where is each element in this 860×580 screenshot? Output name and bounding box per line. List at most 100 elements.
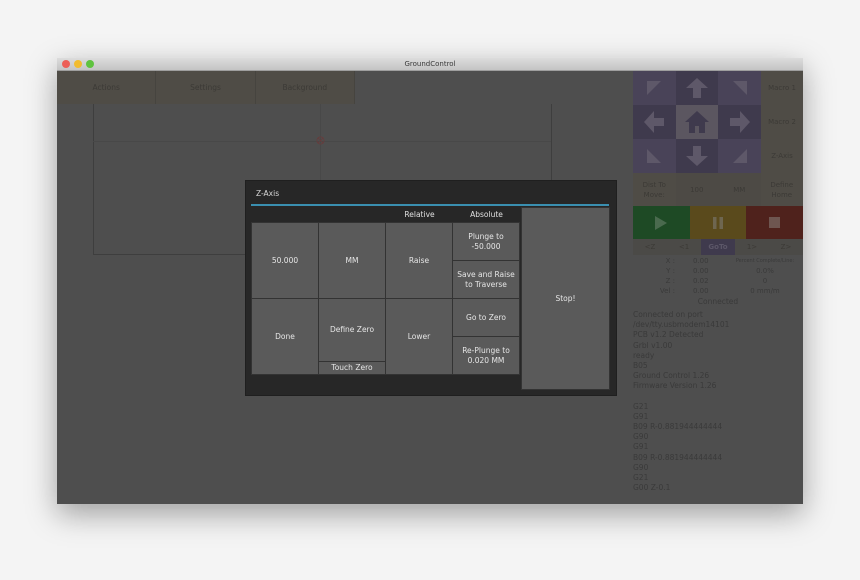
feed-rate-value: 0 mm/m — [750, 287, 780, 295]
coord-value: 0.00 — [693, 267, 709, 275]
arrow-down-icon — [685, 146, 708, 166]
log-line: G90 — [633, 462, 649, 472]
plunge-button[interactable]: Plunge to -50.000 — [452, 222, 520, 261]
done-button[interactable]: Done — [251, 298, 319, 375]
coord-row-x: X : 0.00 Percent Complete/Line: — [633, 256, 803, 266]
arrow-up-right-icon — [732, 81, 747, 95]
log-line: B09 R-0.881944444444 — [633, 452, 723, 462]
pause-button[interactable] — [689, 206, 747, 239]
stop-z-button[interactable]: Stop! — [521, 207, 610, 390]
jog-up-right-button[interactable] — [718, 71, 761, 105]
arrow-right-icon — [729, 111, 750, 133]
origin-marker-icon — [316, 136, 325, 145]
jog-up-left-button[interactable] — [633, 71, 676, 105]
log-line: G00 Z-0.1 — [633, 483, 671, 493]
z-axis-button[interactable]: Z-Axis — [761, 139, 803, 173]
percent-complete-label: Percent Complete/Line: — [735, 258, 795, 264]
coord-label: X : — [665, 257, 675, 265]
absolute-header: Absolute — [470, 210, 503, 219]
macro-1-button[interactable]: Macro 1 — [761, 71, 803, 105]
go-to-zero-button[interactable]: Go to Zero — [452, 298, 520, 337]
console-log[interactable]: Connected on port/dev/tty.usbmodem14101 P… — [633, 310, 803, 493]
coord-value: 0.00 — [693, 257, 709, 265]
define-home-button[interactable]: Define Home — [761, 173, 804, 206]
tab-settings[interactable]: Settings — [156, 71, 256, 104]
distance-row: Dist To Move: 100 MM Define Home — [633, 173, 803, 206]
lower-button[interactable]: Lower — [385, 298, 453, 375]
relative-header: Relative — [404, 210, 435, 219]
home-icon — [684, 111, 709, 133]
position-readout: X : 0.00 Percent Complete/Line: Y : 0.00… — [633, 256, 803, 296]
coord-label: Z : — [665, 277, 675, 285]
units-button[interactable]: MM — [718, 173, 761, 206]
tab-background[interactable]: Background — [256, 71, 355, 104]
tab-actions[interactable]: Actions — [57, 71, 157, 104]
coord-label: Y : — [666, 267, 675, 275]
replunge-button[interactable]: Re-Plunge to 0.020 MM — [452, 336, 520, 375]
stop-icon — [769, 217, 781, 228]
z-axis-dialog: Z-Axis Relative Absolute 50.000 MM Raise… — [245, 180, 617, 396]
macro-2-button[interactable]: Macro 2 — [761, 105, 803, 139]
jog-down-left-button[interactable] — [633, 139, 676, 173]
arrow-left-icon — [644, 111, 665, 133]
log-line: Ground Control 1.26 — [633, 371, 710, 381]
log-line: B09 R-0.881944444444 — [633, 422, 723, 432]
step-forward-z-button[interactable]: Z> — [769, 239, 803, 255]
arrow-down-right-icon — [732, 149, 747, 163]
jog-pad — [633, 71, 761, 173]
line-number-value: 0 — [762, 277, 768, 285]
log-line: G21 — [633, 401, 649, 411]
pause-icon — [713, 216, 723, 229]
app-window: GroundControl Actions Settings Backgroun… — [57, 58, 803, 504]
control-panel: Macro 1 Macro 2 Z-Axis Dist To Move: 100… — [633, 71, 803, 504]
dist-to-move-label: Dist To Move: — [642, 180, 666, 199]
jog-up-button[interactable] — [675, 71, 719, 105]
top-menu-tabs: Actions Settings Background — [57, 71, 355, 104]
main-content: Actions Settings Background Macro 1 Macr… — [57, 71, 803, 504]
log-line: G91 — [633, 411, 649, 421]
touch-zero-button[interactable]: Touch Zero — [318, 361, 386, 375]
stop-button[interactable] — [746, 206, 803, 239]
play-button[interactable] — [633, 206, 690, 239]
define-zero-button[interactable]: Define Zero — [318, 298, 386, 362]
dist-to-move-input[interactable]: 100 — [675, 173, 718, 206]
raise-button[interactable]: Raise — [385, 222, 453, 299]
coord-row-y: Y : 0.00 0.0% — [633, 266, 803, 276]
step-controls: <Z <1 GoTo 1> Z> — [633, 239, 803, 255]
goto-button[interactable]: GoTo — [701, 239, 735, 255]
home-button[interactable] — [675, 105, 719, 139]
save-raise-traverse-button[interactable]: Save and Raise to Traverse — [452, 260, 520, 299]
coord-label: Vel : — [659, 287, 675, 295]
jog-left-button[interactable] — [633, 105, 676, 139]
coord-row-z: Z : 0.02 0 — [633, 276, 803, 286]
distance-value-input[interactable]: 50.000 — [251, 222, 319, 299]
log-line: G21 — [633, 473, 649, 482]
log-line: /dev/tty.usbmodem14101 — [633, 320, 730, 330]
step-back-z-button[interactable]: <Z — [633, 239, 667, 255]
log-line: Grbl v1.00 — [633, 340, 673, 350]
jog-right-button[interactable] — [718, 105, 761, 139]
units-toggle-button[interactable]: MM — [318, 222, 386, 299]
arrow-down-left-icon — [647, 149, 662, 163]
title-bar: GroundControl — [57, 58, 803, 71]
log-line: B05 — [633, 360, 648, 370]
connection-status: Connected — [697, 297, 739, 306]
step-forward-one-button[interactable]: 1> — [735, 239, 769, 255]
play-icon — [655, 215, 668, 230]
dialog-title-divider — [251, 204, 609, 206]
jog-down-button[interactable] — [675, 139, 719, 173]
log-line: Firmware Version 1.26 — [633, 381, 717, 391]
macro-column: Macro 1 Macro 2 Z-Axis — [761, 71, 803, 173]
coord-value: 0.02 — [693, 277, 709, 285]
window-title: GroundControl — [404, 60, 456, 68]
coord-value: 0.00 — [693, 287, 709, 295]
log-line: G91 — [633, 442, 649, 452]
step-back-one-button[interactable]: <1 — [667, 239, 701, 255]
dialog-title: Z-Axis — [256, 189, 280, 198]
percent-complete-value: 0.0% — [756, 267, 774, 275]
log-line: G90 — [633, 432, 649, 442]
log-line: Connected on port — [633, 310, 703, 319]
run-controls — [633, 206, 803, 239]
jog-down-right-button[interactable] — [718, 139, 761, 173]
